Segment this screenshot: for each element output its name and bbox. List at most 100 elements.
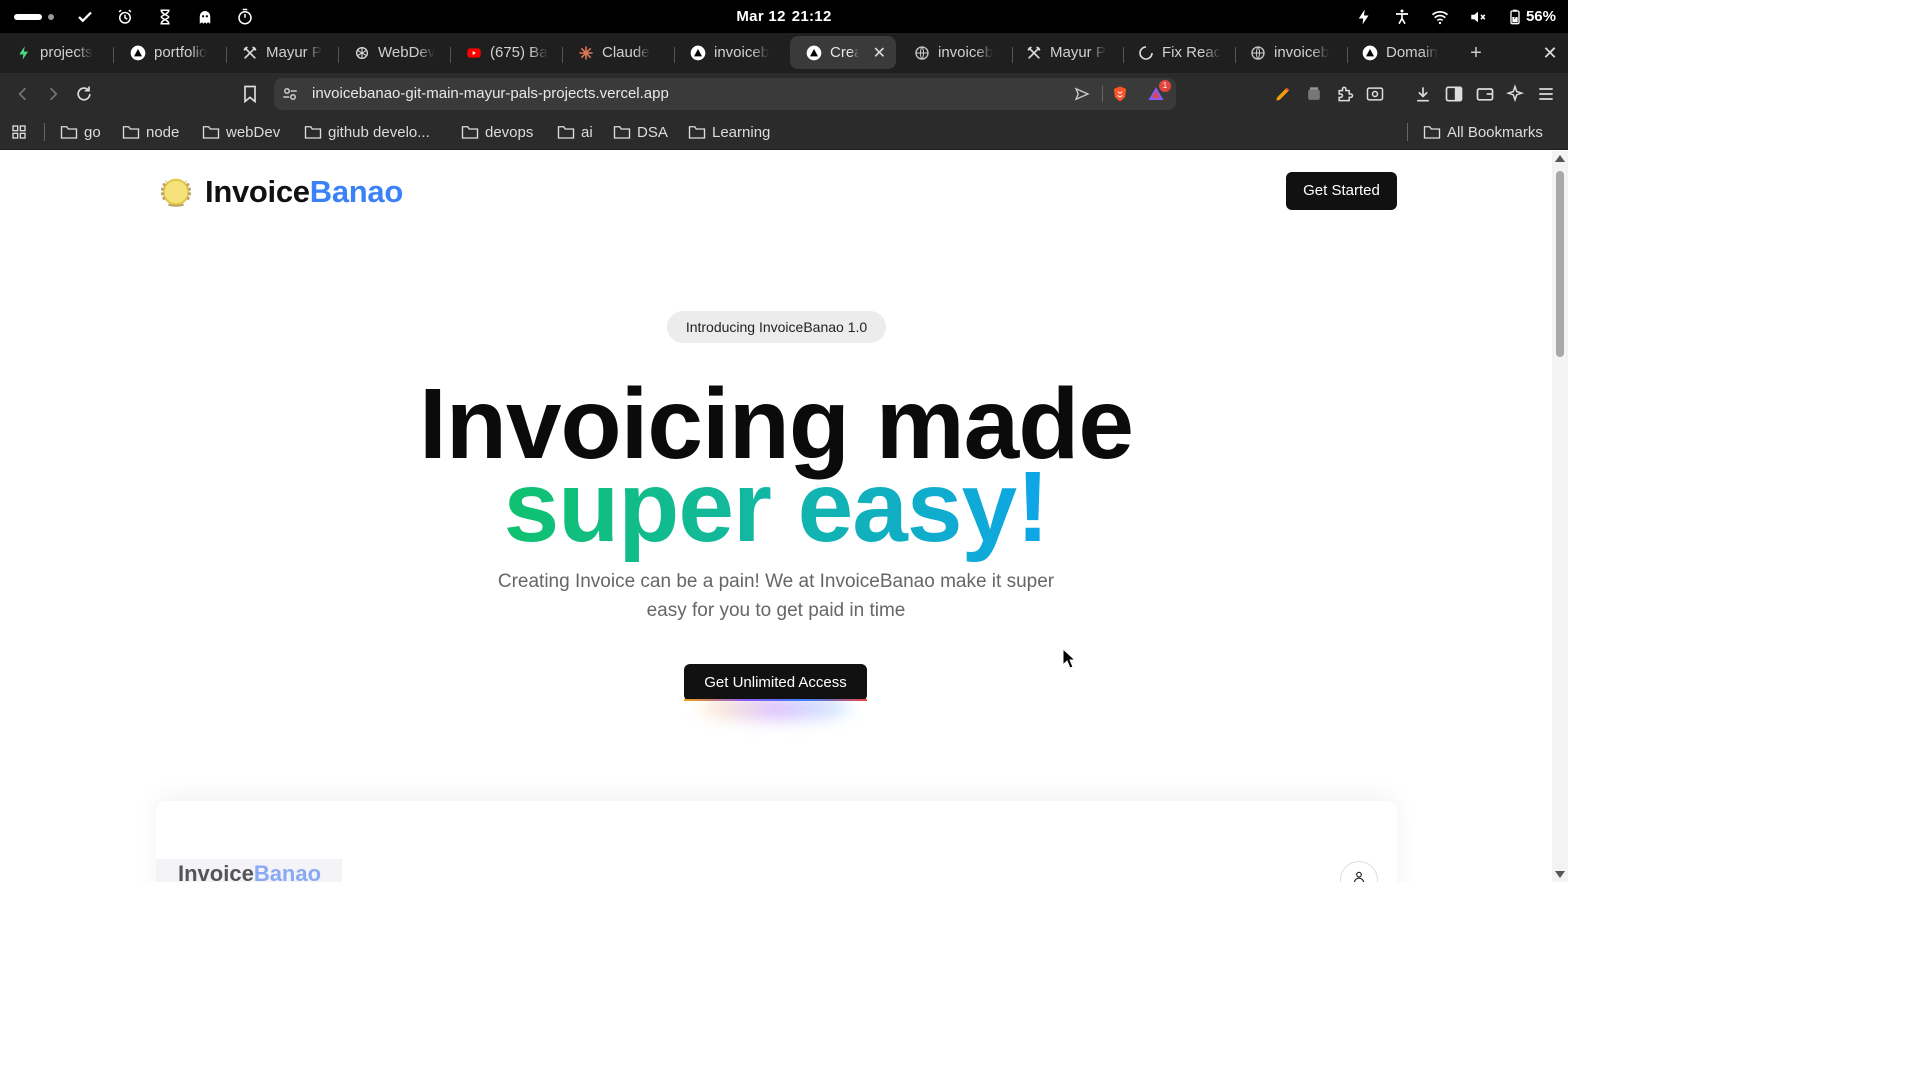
- globe-icon: [1250, 45, 1266, 61]
- youtube-icon: [466, 45, 482, 61]
- address-bar[interactable]: invoicebanao-git-main-mayur-pals-project…: [274, 78, 1176, 110]
- pen-extension-button[interactable]: [1271, 82, 1295, 106]
- tab-invoiceb-3[interactable]: invoiceb: [1234, 36, 1346, 69]
- web-page: InvoiceBanao Get Started Introducing Inv…: [0, 151, 1552, 882]
- bolt-icon[interactable]: [1355, 8, 1373, 26]
- openai-icon: [354, 45, 370, 61]
- os-right-indicators: 56%: [1355, 0, 1556, 33]
- browser-toolbar: invoicebanao-git-main-mayur-pals-project…: [0, 73, 1568, 115]
- tab-close-icon[interactable]: ✕: [873, 43, 886, 63]
- wallet-button[interactable]: [1473, 82, 1497, 106]
- vercel-bolt-icon: [16, 45, 32, 61]
- all-bookmarks-button[interactable]: All Bookmarks: [1423, 121, 1543, 143]
- crossed-swords-icon: [1026, 45, 1042, 61]
- screenshot-button[interactable]: [1363, 82, 1387, 106]
- bookmark-icon: [244, 85, 256, 104]
- bookmark-folder-dsa[interactable]: DSA: [613, 121, 668, 143]
- tab-webdev[interactable]: WebDev: [338, 36, 448, 69]
- preview-user-avatar[interactable]: [1340, 861, 1378, 882]
- bookmark-folder-github[interactable]: github develo...: [304, 121, 430, 143]
- forward-arrow-icon: [49, 87, 58, 101]
- capture-icon: [1366, 87, 1384, 101]
- app-preview-card: InvoiceBanao: [156, 801, 1397, 882]
- apps-grid-button[interactable]: [10, 121, 28, 143]
- forward-button[interactable]: [41, 82, 65, 106]
- tab-invoiceb-1[interactable]: invoiceb: [674, 36, 786, 69]
- scroll-thumb[interactable]: [1556, 171, 1564, 357]
- tab-mayur-p[interactable]: Mayur P: [226, 36, 336, 69]
- battery-status[interactable]: 56%: [1507, 8, 1556, 26]
- hero-subtext: Creating Invoice can be a pain! We at In…: [497, 571, 1055, 621]
- folder-icon: [688, 126, 706, 139]
- os-date: Mar 12: [736, 8, 786, 25]
- laurel-coin-icon: [160, 178, 192, 207]
- reload-button[interactable]: [72, 82, 96, 106]
- bookmarks-bar: go node webDev github develo... devops a…: [0, 115, 1568, 150]
- folder-icon: [557, 126, 575, 139]
- scroll-down-arrow[interactable]: [1555, 871, 1565, 878]
- downloads-button[interactable]: [1411, 82, 1435, 106]
- github-icon: [1138, 45, 1154, 61]
- os-time: 21:12: [791, 8, 832, 25]
- tab-portfolio[interactable]: portfolio: [114, 36, 224, 69]
- tab-create-active[interactable]: Creat ✕: [790, 36, 896, 69]
- window-close-button[interactable]: ✕: [1540, 41, 1560, 65]
- claude-icon: [578, 45, 594, 61]
- sidebar-toggle-button[interactable]: [1442, 82, 1466, 106]
- reload-icon: [77, 86, 91, 101]
- wallet-icon: [1476, 88, 1494, 101]
- tab-youtube[interactable]: (675) Ba: [450, 36, 560, 69]
- scroll-up-arrow[interactable]: [1555, 155, 1565, 162]
- brave-shields-icon[interactable]: [1110, 84, 1130, 104]
- muted-speaker-icon[interactable]: [1469, 8, 1487, 26]
- bookmark-folder-learning[interactable]: Learning: [688, 121, 770, 143]
- preview-logo: InvoiceBanao: [156, 859, 342, 882]
- brave-rewards-icon[interactable]: 1: [1146, 80, 1171, 104]
- mouse-cursor-icon: [1062, 648, 1076, 669]
- leo-ai-button[interactable]: [1503, 82, 1527, 106]
- send-to-device-icon[interactable]: [1072, 84, 1092, 104]
- tab-fix-react[interactable]: Fix Reac: [1122, 36, 1234, 69]
- logo-wordmark: InvoiceBanao: [205, 174, 403, 209]
- rewards-badge: 1: [1159, 80, 1171, 92]
- tab-invoiceb-2[interactable]: invoiceb: [898, 36, 1010, 69]
- site-logo[interactable]: InvoiceBanao: [157, 172, 403, 212]
- battery-percent: 56%: [1525, 8, 1556, 25]
- wallet-extension-button[interactable]: [1302, 82, 1326, 106]
- accessibility-icon[interactable]: [1393, 8, 1411, 26]
- new-tab-button[interactable]: +: [1466, 41, 1486, 65]
- hamburger-icon: [1539, 88, 1553, 100]
- bookmark-folder-devops[interactable]: devops: [461, 121, 533, 143]
- intro-badge[interactable]: Introducing InvoiceBanao 1.0: [667, 311, 886, 343]
- folder-icon: [304, 126, 322, 139]
- tab-mayur-p-2[interactable]: Mayur P: [1010, 36, 1122, 69]
- site-settings-icon[interactable]: [280, 84, 300, 104]
- tab-domains[interactable]: Domain: [1346, 36, 1458, 69]
- back-button[interactable]: [11, 82, 35, 106]
- vercel-triangle-icon: [806, 45, 822, 61]
- os-clock[interactable]: Mar 12 21:12: [0, 0, 1568, 33]
- pen-icon: [1276, 87, 1290, 101]
- apps-grid-icon: [12, 125, 26, 139]
- bookmark-folder-ai[interactable]: ai: [557, 121, 593, 143]
- puzzle-icon: [1338, 86, 1354, 102]
- folder-icon: [461, 126, 479, 139]
- get-unlimited-access-button[interactable]: Get Unlimited Access: [684, 664, 867, 701]
- bookmark-page-button[interactable]: [238, 82, 262, 106]
- folder-icon: [613, 126, 631, 139]
- tab-claude[interactable]: Claude: [562, 36, 672, 69]
- folder-icon: [122, 126, 140, 139]
- menu-button[interactable]: [1534, 82, 1558, 106]
- folder-icon: [60, 126, 78, 139]
- tab-projects[interactable]: projects: [0, 36, 112, 69]
- back-arrow-icon: [18, 87, 27, 101]
- bookmark-folder-go[interactable]: go: [60, 121, 101, 143]
- download-icon: [1417, 87, 1429, 102]
- wifi-icon[interactable]: [1431, 8, 1449, 26]
- get-started-button[interactable]: Get Started: [1286, 172, 1397, 210]
- bookmark-folder-webdev[interactable]: webDev: [202, 121, 280, 143]
- extensions-button[interactable]: [1333, 82, 1357, 106]
- vercel-triangle-icon: [1362, 45, 1378, 61]
- bookmark-folder-node[interactable]: node: [122, 121, 179, 143]
- page-scrollbar[interactable]: [1552, 151, 1568, 882]
